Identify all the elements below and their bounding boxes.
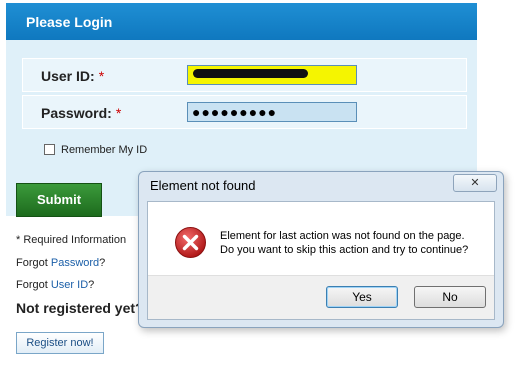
login-header: Please Login bbox=[6, 3, 477, 40]
required-info: * Required Information bbox=[16, 234, 127, 246]
password-label: Password: * bbox=[41, 105, 122, 121]
password-row: Password: * bbox=[22, 95, 467, 129]
forgot-userid: Forgot User ID? bbox=[16, 279, 95, 291]
dialog-body: Element for last action was not found on… bbox=[147, 201, 495, 320]
forgot-password: Forgot Password? bbox=[16, 257, 106, 269]
dialog-title: Element not found bbox=[150, 178, 256, 193]
no-button[interactable]: No bbox=[414, 286, 486, 308]
dialog-message: Element for last action was not found on… bbox=[220, 230, 469, 256]
forgot-userid-link[interactable]: User ID bbox=[51, 279, 88, 291]
error-dialog: Element not found ✕ Element for last act… bbox=[138, 171, 504, 328]
dialog-button-strip: Yes No bbox=[148, 275, 494, 319]
forgot-password-link[interactable]: Password bbox=[51, 257, 99, 269]
register-button[interactable]: Register now! bbox=[16, 332, 104, 354]
userid-input[interactable] bbox=[187, 65, 357, 85]
remember-label: Remember My ID bbox=[61, 144, 148, 156]
error-icon bbox=[175, 227, 206, 258]
remember-checkbox[interactable] bbox=[44, 144, 55, 155]
password-input[interactable] bbox=[187, 102, 357, 122]
userid-label: User ID: * bbox=[41, 68, 105, 84]
not-registered-heading: Not registered yet? bbox=[16, 300, 144, 316]
remember-row: Remember My ID bbox=[44, 144, 147, 156]
submit-button[interactable]: Submit bbox=[16, 183, 102, 217]
userid-row: User ID: * bbox=[22, 58, 467, 92]
yes-button[interactable]: Yes bbox=[326, 286, 398, 308]
close-icon[interactable]: ✕ bbox=[453, 174, 497, 192]
